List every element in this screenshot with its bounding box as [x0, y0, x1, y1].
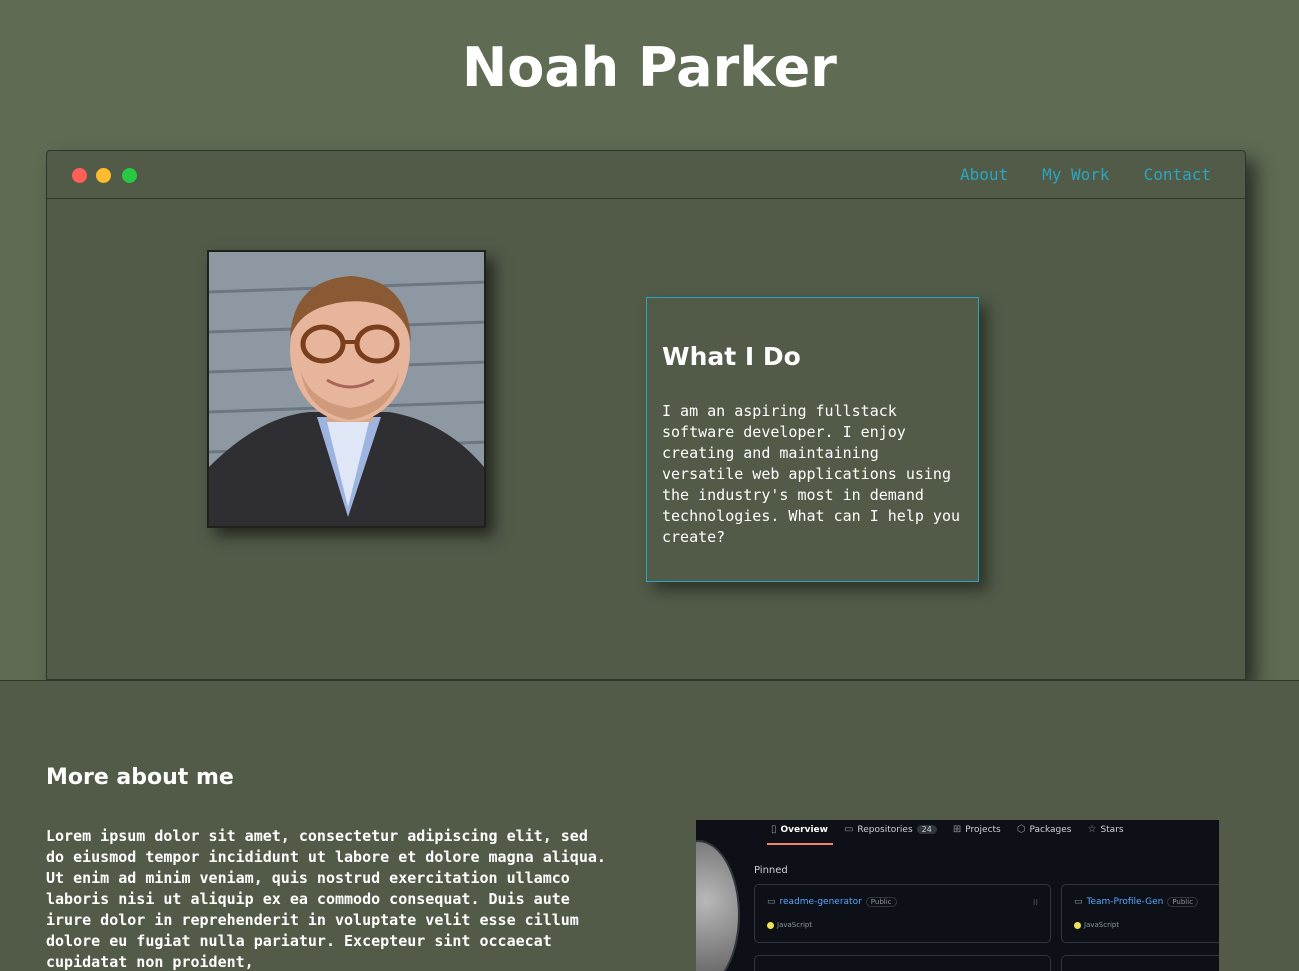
- repo-name: Team-Profile-Gen: [1086, 897, 1164, 907]
- drag-handle-icon: ⁝⁝: [1032, 898, 1038, 907]
- github-tabs: ▯ Overview ▭ Repositories 24 ⊞ Projects …: [771, 824, 1124, 835]
- active-tab-underline: [767, 843, 833, 845]
- what-i-do-card: What I Do I am an aspiring fullstack sof…: [646, 297, 979, 582]
- star-icon: ☆: [1087, 824, 1097, 835]
- about-text: Lorem ipsum dolor sit amet, consectetur …: [46, 827, 606, 971]
- repo-language: JavaScript: [777, 921, 813, 929]
- language-color-dot: [767, 921, 774, 929]
- github-tab-repositories: ▭ Repositories 24: [844, 824, 937, 835]
- github-avatar: [696, 840, 740, 971]
- pinned-repo-card: [1061, 955, 1219, 971]
- package-icon: ⬡: [1016, 824, 1026, 835]
- github-tab-overview: ▯ Overview: [771, 824, 828, 835]
- pinned-label: Pinned: [754, 865, 788, 876]
- repo-language: JavaScript: [1084, 921, 1120, 929]
- language-color-dot: [1074, 921, 1081, 929]
- close-window-dot[interactable]: [72, 168, 87, 183]
- minimize-window-dot[interactable]: [96, 168, 111, 183]
- visibility-badge: Public: [865, 897, 897, 907]
- github-tab-projects: ⊞ Projects: [952, 824, 1001, 835]
- repositories-count: 24: [916, 825, 937, 834]
- visibility-badge: Public: [1167, 897, 1199, 907]
- github-tab-stars: ☆ Stars: [1087, 824, 1124, 835]
- github-tab-packages: ⬡ Packages: [1016, 824, 1072, 835]
- repo-icon: ▭: [843, 824, 854, 835]
- repo-icon: ▭: [767, 897, 776, 907]
- pinned-repo-card: ▭ Team-Profile-Gen Public JavaScript: [1061, 884, 1219, 943]
- what-i-do-heading: What I Do: [662, 342, 801, 371]
- about-heading: More about me: [46, 765, 234, 790]
- browser-window: About My Work Contact What I Do I am an …: [46, 150, 1246, 680]
- what-i-do-text: I am an aspiring fullstack software deve…: [662, 402, 961, 546]
- table-icon: ⊞: [952, 824, 962, 835]
- book-open-icon: ▯: [771, 824, 777, 835]
- site-title: Noah Parker: [462, 36, 837, 99]
- nav-link-my-work[interactable]: My Work: [1042, 165, 1109, 184]
- pinned-repo-card: [754, 955, 1051, 971]
- window-titlebar: About My Work Contact: [47, 151, 1245, 199]
- nav-link-contact[interactable]: Contact: [1144, 165, 1211, 184]
- github-screenshot: ▯ Overview ▭ Repositories 24 ⊞ Projects …: [696, 820, 1219, 971]
- repo-name: readme-generator: [779, 897, 862, 907]
- main-nav: About My Work Contact: [960, 165, 1211, 184]
- about-section: More about me Lorem ipsum dolor sit amet…: [0, 680, 1299, 971]
- profile-photo: [207, 250, 486, 528]
- repo-icon: ▭: [1074, 897, 1083, 907]
- pinned-repo-card: ▭ readme-generator Public ⁝⁝ JavaScript: [754, 884, 1051, 943]
- nav-link-about[interactable]: About: [960, 165, 1008, 184]
- maximize-window-dot[interactable]: [122, 168, 137, 183]
